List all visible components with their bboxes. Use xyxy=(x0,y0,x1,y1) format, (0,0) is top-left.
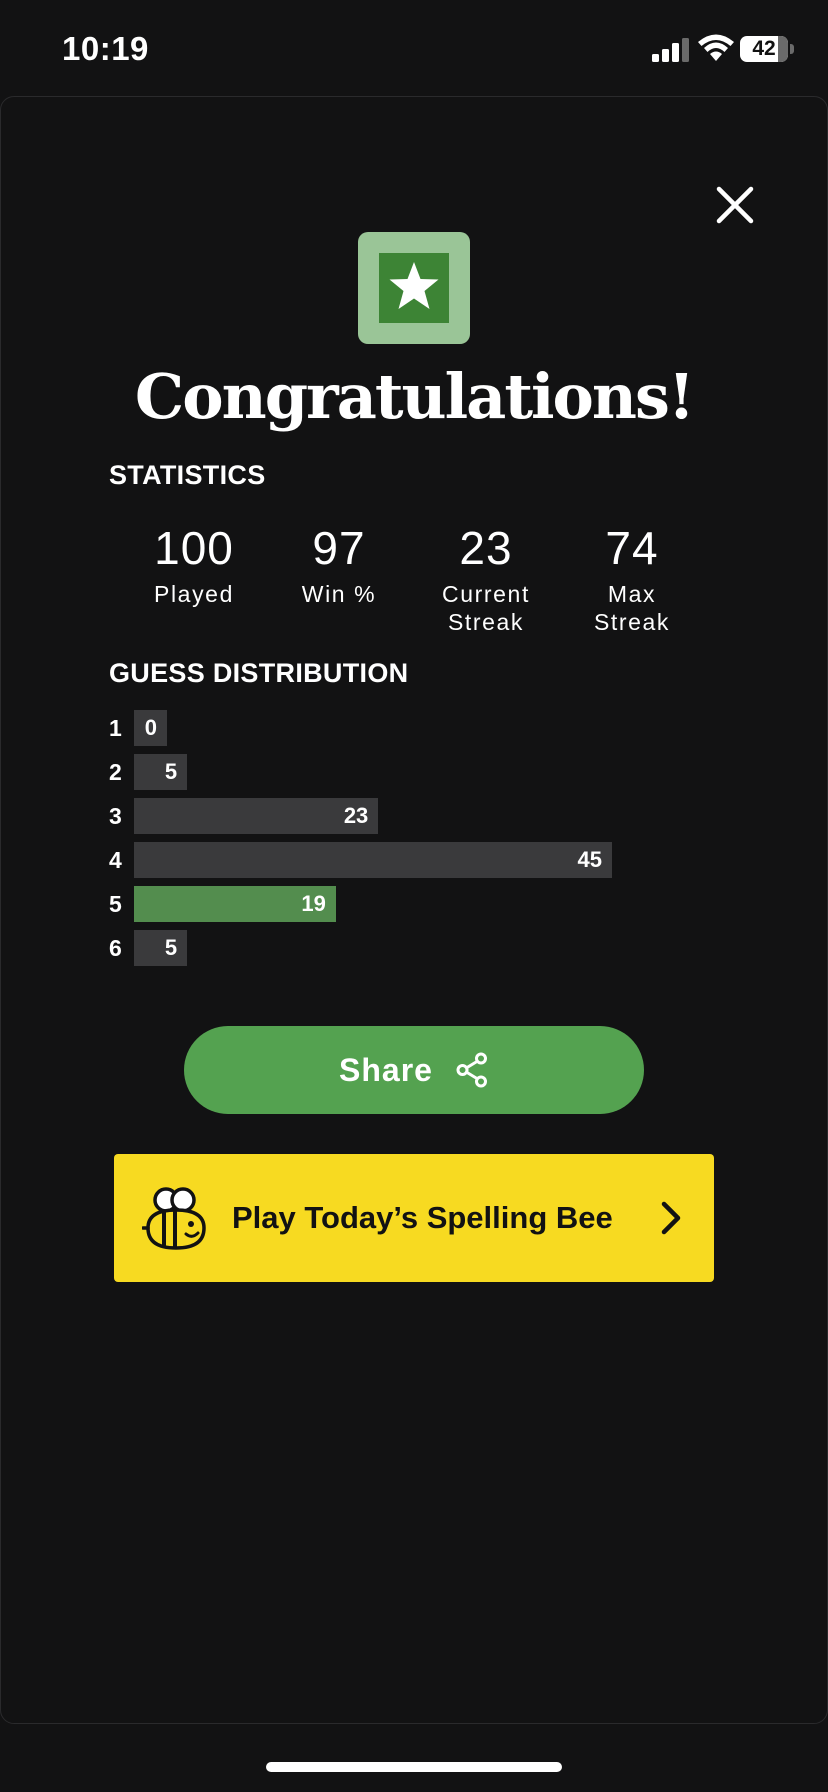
stat-current-streak: 23 Current Streak xyxy=(411,522,561,636)
distribution-bar: 5 xyxy=(134,930,188,966)
spelling-bee-label: Play Today’s Spelling Bee xyxy=(232,1200,613,1235)
guess-number: 4 xyxy=(109,847,122,873)
stat-max-streak: 74 Max Streak xyxy=(557,522,707,636)
distribution-row: 6 5 xyxy=(109,930,729,966)
distribution-bar: 19 xyxy=(134,886,336,922)
distribution-count: 23 xyxy=(343,803,369,828)
stat-value: 100 xyxy=(154,522,234,574)
distribution-row: 3 23 xyxy=(109,798,729,834)
star-icon xyxy=(389,262,439,309)
distribution-bar: 5 xyxy=(134,754,188,790)
statistics-heading: STATISTICS xyxy=(109,460,266,490)
stat-win-percent: 97 Win % xyxy=(264,522,414,608)
guess-number: 3 xyxy=(109,803,122,829)
guess-number: 1 xyxy=(109,715,122,741)
share-icon xyxy=(456,1052,487,1088)
guess-distribution-heading: GUESS DISTRIBUTION xyxy=(109,658,409,688)
stat-label: Current Streak xyxy=(442,581,530,635)
home-indicator xyxy=(266,1762,562,1772)
distribution-count: 5 xyxy=(164,759,178,784)
close-icon xyxy=(716,186,754,224)
distribution-bar: 45 xyxy=(134,842,612,878)
distribution-count: 0 xyxy=(144,715,157,740)
signal-icon xyxy=(652,38,689,62)
chevron-right-icon xyxy=(661,1201,681,1235)
close-button[interactable] xyxy=(710,180,760,230)
stat-value: 23 xyxy=(459,522,513,574)
stat-played: 100 Played xyxy=(119,522,269,608)
share-button-label: Share xyxy=(339,1051,433,1088)
share-button[interactable]: Share xyxy=(184,1026,644,1114)
distribution-count: 5 xyxy=(164,935,178,960)
distribution-row: 4 45 xyxy=(109,842,729,878)
distribution-bar: 23 xyxy=(134,798,379,834)
stat-label: Played xyxy=(154,581,234,607)
guess-number: 6 xyxy=(109,935,122,961)
status-time: 10:19 xyxy=(62,30,149,67)
distribution-row: 5 19 xyxy=(109,886,729,922)
battery-icon: 42 xyxy=(740,36,794,62)
stat-value: 97 xyxy=(312,522,366,574)
star-badge xyxy=(358,232,470,344)
wifi-icon xyxy=(698,34,734,61)
distribution-row: 2 5 xyxy=(109,754,729,790)
stat-label: Max Streak xyxy=(593,581,671,635)
spelling-bee-promo[interactable]: Play Today’s Spelling Bee xyxy=(114,1154,714,1282)
page-title: Congratulations! xyxy=(134,360,695,433)
battery-level: 42 xyxy=(752,37,776,60)
guess-number: 5 xyxy=(109,891,122,917)
stat-label: Win % xyxy=(301,581,377,607)
distribution-bar: 0 xyxy=(134,710,167,746)
status-bar: 10:19 42 xyxy=(0,0,828,96)
guess-number: 2 xyxy=(109,759,122,785)
distribution-count: 45 xyxy=(577,847,602,872)
stat-value: 74 xyxy=(605,522,659,574)
distribution-row: 1 0 xyxy=(109,710,729,746)
bee-icon xyxy=(142,1187,206,1250)
distribution-count: 19 xyxy=(301,891,326,916)
